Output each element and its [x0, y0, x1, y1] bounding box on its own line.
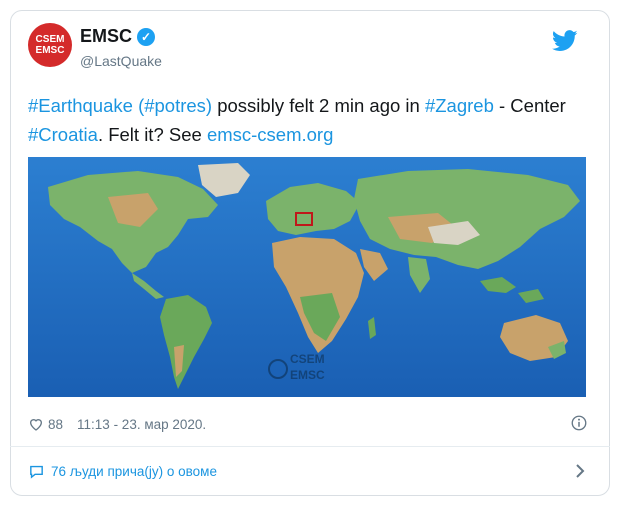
tweet-text-segment: possibly felt 2 min ago in: [212, 95, 425, 116]
world-map: CSEM EMSC: [28, 157, 586, 397]
like-count[interactable]: 88: [48, 417, 63, 432]
avatar-text-top: CSEM: [35, 34, 65, 45]
tweet-text-segment: - Center: [493, 95, 566, 116]
tweet-meta-row: 88 11:13 - 23. мар 2020.: [28, 412, 588, 436]
hashtag-link[interactable]: #Zagreb: [425, 95, 494, 116]
twitter-bird-icon[interactable]: [552, 30, 578, 52]
avatar[interactable]: CSEM EMSC: [28, 23, 72, 67]
author-name-row[interactable]: EMSC ✓: [80, 26, 156, 47]
verified-badge-icon: ✓: [137, 27, 156, 46]
hashtag-link[interactable]: #Earthquake: [28, 95, 133, 116]
hashtag-link[interactable]: (#potres): [138, 95, 212, 116]
info-icon[interactable]: [570, 414, 588, 432]
avatar-text-bottom: EMSC: [35, 45, 65, 56]
chevron-right-icon[interactable]: [574, 462, 586, 480]
tweet-text: #Earthquake (#potres) possibly felt 2 mi…: [28, 91, 588, 149]
author-handle[interactable]: @LastQuake: [80, 53, 162, 69]
divider: [10, 446, 610, 447]
heart-icon[interactable]: [28, 416, 44, 432]
hashtag-link[interactable]: #Croatia: [28, 124, 98, 145]
watermark-text-bottom: EMSC: [290, 368, 325, 382]
url-link[interactable]: emsc-csem.org: [207, 124, 333, 145]
tweet-media[interactable]: CSEM EMSC: [28, 157, 586, 397]
conversation-link[interactable]: 76 људи прича(ју) о овоме: [28, 459, 588, 483]
watermark-text-top: CSEM: [290, 352, 325, 366]
conversation-text[interactable]: 76 људи прича(ју) о овоме: [51, 464, 217, 479]
timestamp[interactable]: 11:13 - 23. мар 2020.: [77, 417, 206, 432]
author-name[interactable]: EMSC: [80, 26, 132, 47]
reply-bubble-icon: [30, 465, 43, 479]
tweet-text-segment: . Felt it? See: [97, 124, 207, 145]
